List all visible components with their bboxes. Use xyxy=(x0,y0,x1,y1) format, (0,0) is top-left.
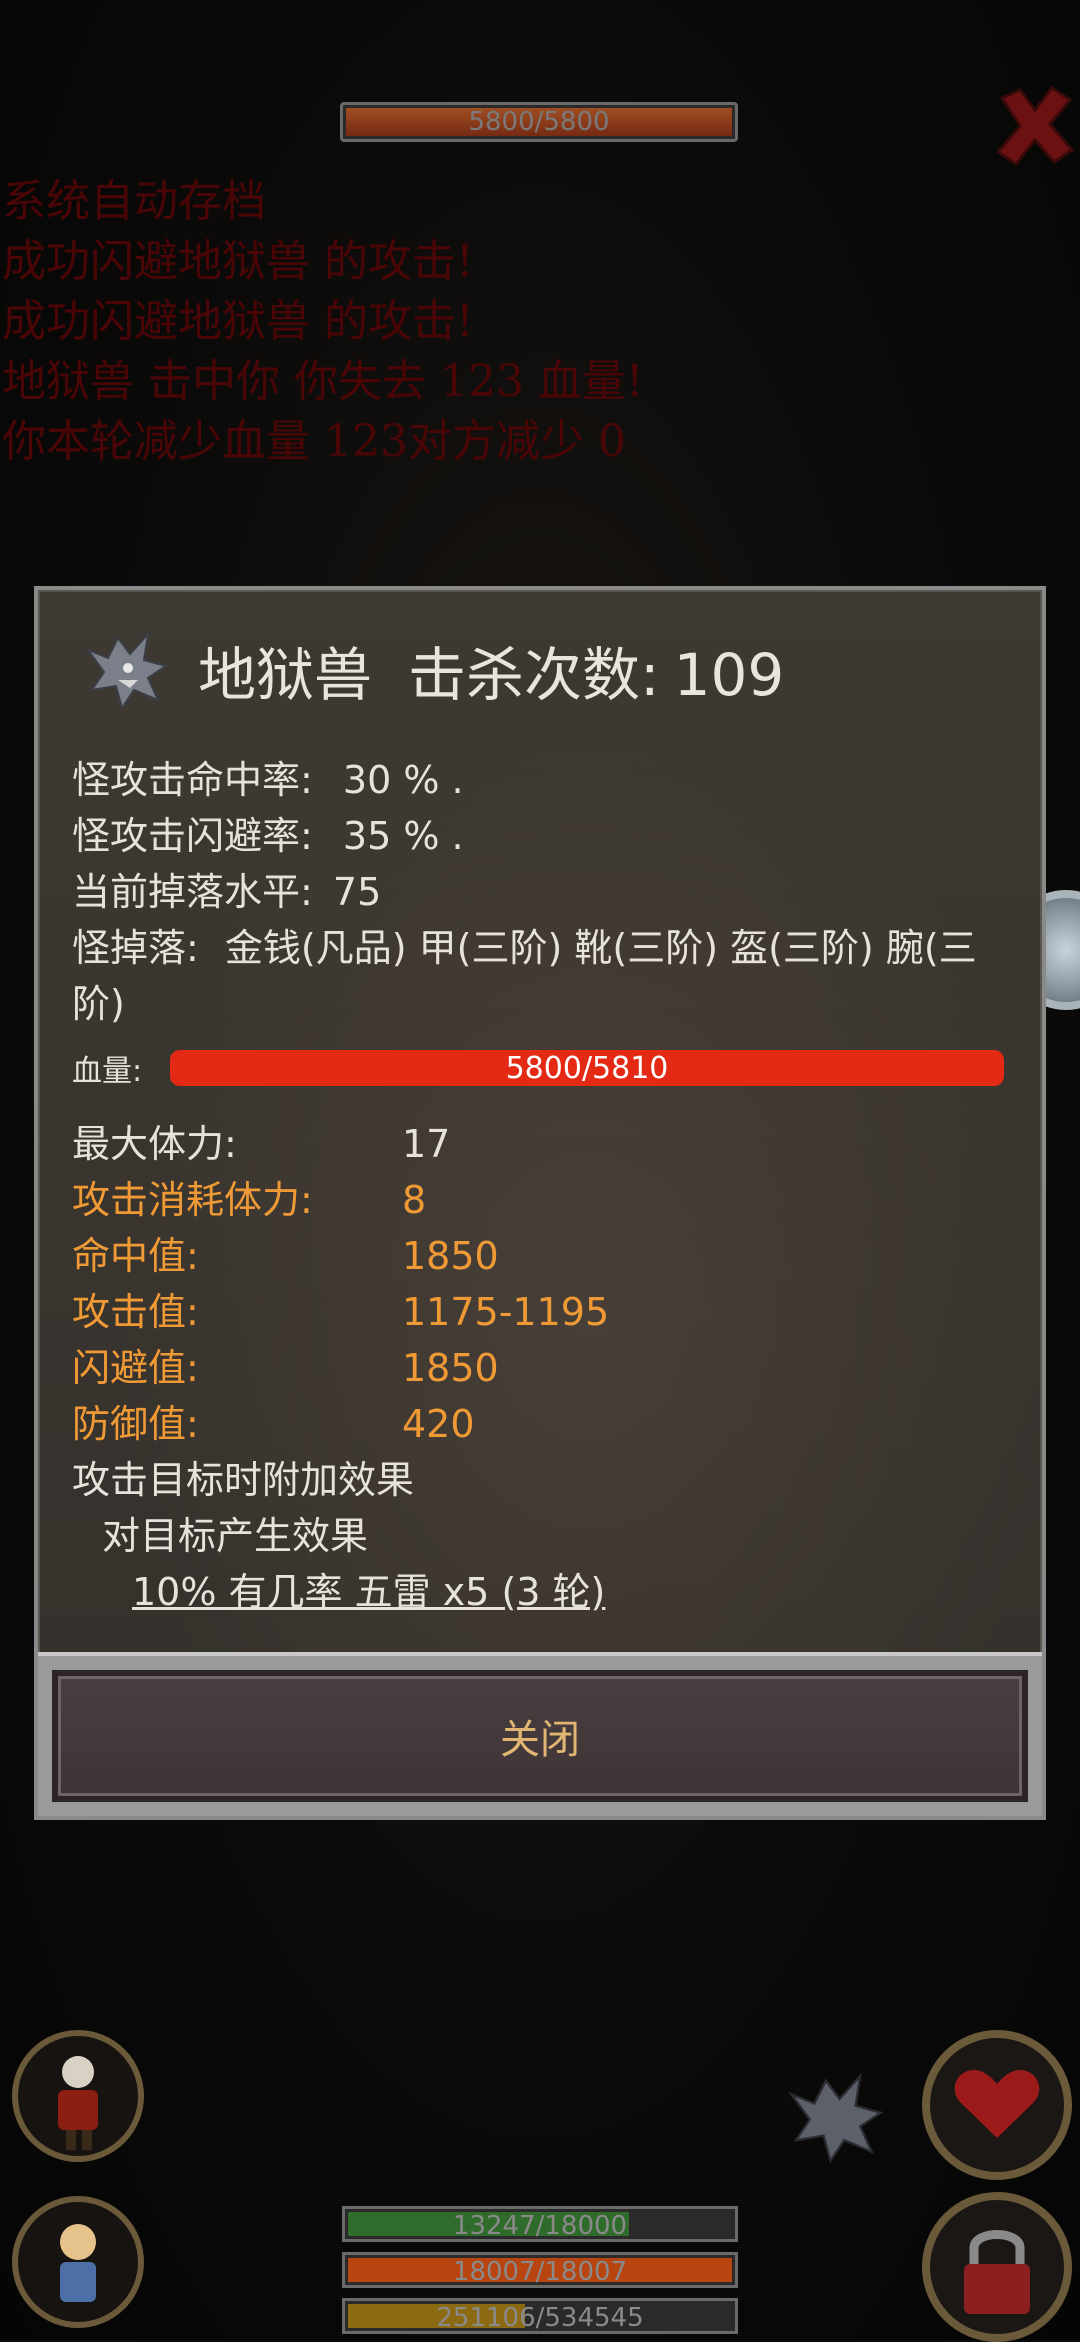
player-exp-text: 251106/534545 xyxy=(436,2303,644,2333)
effect-detail-link[interactable]: 10% 有几率 五雷 x5 (3 轮) xyxy=(72,1564,1022,1620)
monster-stats: 怪攻击命中率: 30 % . 怪攻击闪避率: 35 % . 当前掉落水平: 75… xyxy=(72,752,1022,1620)
drop-level-label: 当前掉落水平: xyxy=(72,870,313,914)
stat-row: 攻击消耗体力: 8 xyxy=(72,1172,1022,1228)
close-button[interactable]: 关闭 xyxy=(52,1670,1028,1802)
effect-sub: 对目标产生效果 xyxy=(102,1514,369,1558)
dialog-title: 地狱兽 击杀次数: 109 xyxy=(198,628,820,712)
hp-row: 血量: 5800/5810 xyxy=(72,1032,1022,1089)
drops-row: 怪掉落: 金钱(凡品) 甲(三阶) 靴(三阶) 盔(三阶) 腕(三阶) xyxy=(72,920,1012,1032)
hp-bar: 5800/5810 xyxy=(170,1050,1004,1086)
lock-icon[interactable] xyxy=(922,2192,1072,2342)
enemy-avatar[interactable] xyxy=(12,2030,144,2162)
effect-header: 攻击目标时附加效果 xyxy=(72,1458,415,1502)
log-line: 成功闪避地狱兽 的攻击! xyxy=(2,236,474,287)
log-line: 地狱兽 击中你 你失去 123 血量! xyxy=(2,356,644,407)
hit-rate-label: 怪攻击命中率: xyxy=(72,758,313,802)
drop-level-value: 75 xyxy=(332,870,382,914)
log-line: 成功闪避地狱兽 的攻击! xyxy=(2,296,474,347)
stat-label: 攻击消耗体力: xyxy=(72,1178,313,1222)
log-line: 系统自动存档 xyxy=(2,176,266,227)
stat-value: 17 xyxy=(402,1122,451,1166)
monster-info-dialog: 地狱兽 击杀次数: 109 怪攻击命中率: 30 % . 怪攻击闪避率: 35 % … xyxy=(34,586,1046,1820)
enemy-hp-bar: 5800/5800 xyxy=(340,102,738,142)
kills-label: 击杀次数: xyxy=(408,641,660,709)
stat-row: 闪避值: 1850 xyxy=(72,1340,1022,1396)
stat-value: 1850 xyxy=(402,1346,499,1390)
player-exp-bar: 251106/534545 xyxy=(342,2298,738,2334)
drops-label: 怪掉落: xyxy=(72,926,199,970)
drops-items: 金钱(凡品) 甲(三阶) 靴(三阶) 盔(三阶) 腕(三阶) xyxy=(72,926,977,1026)
monster-name: 地狱兽 xyxy=(198,641,373,709)
stat-row: 攻击值: 1175-1195 xyxy=(72,1284,1022,1340)
dialog-footer: 关闭 xyxy=(38,1652,1042,1816)
hit-rate-value: 30 % . xyxy=(342,758,464,802)
dodge-rate-value: 35 % . xyxy=(342,814,464,858)
stat-label: 闪避值: xyxy=(72,1346,199,1390)
stat-row: 最大体力: 17 xyxy=(72,1116,1022,1172)
stat-value: 1850 xyxy=(402,1234,499,1278)
hp-value: 5800/5810 xyxy=(505,1051,669,1086)
stat-label: 攻击值: xyxy=(72,1290,199,1334)
dodge-rate-label: 怪攻击闪避率: xyxy=(72,814,313,858)
close-icon[interactable] xyxy=(990,80,1080,170)
monster-portrait-icon xyxy=(78,620,174,716)
hit-rate-row: 怪攻击命中率: 30 % . xyxy=(72,752,1022,808)
dodge-rate-row: 怪攻击闪避率: 35 % . xyxy=(72,808,1022,864)
stat-label: 最大体力: xyxy=(72,1122,237,1166)
battle-log: 系统自动存档 成功闪避地狱兽 的攻击! 成功闪避地狱兽 的攻击! 地狱兽 击中你… xyxy=(2,172,1002,472)
log-line: 你本轮减少血量 123对方减少 0 xyxy=(2,416,626,467)
player-avatar[interactable] xyxy=(12,2196,144,2328)
enemy-hp-text: 5800/5800 xyxy=(468,107,610,137)
heal-button[interactable] xyxy=(922,2030,1072,2180)
stat-label: 防御值: xyxy=(72,1402,199,1446)
hp-label: 血量: xyxy=(72,1054,143,1089)
stat-row: 防御值: 420 xyxy=(72,1396,1022,1452)
player-hp-text: 13247/18000 xyxy=(452,2211,628,2241)
kills-value: 109 xyxy=(673,641,785,709)
stat-label: 命中值: xyxy=(72,1234,199,1278)
player-mp-bar: 18007/18007 xyxy=(342,2252,738,2288)
drop-level-row: 当前掉落水平: 75 xyxy=(72,864,1022,920)
stat-value: 1175-1195 xyxy=(402,1290,610,1334)
player-mp-text: 18007/18007 xyxy=(452,2257,628,2287)
stat-value: 420 xyxy=(402,1402,475,1446)
player-hp-bar: 13247/18000 xyxy=(342,2206,738,2242)
stat-row: 命中值: 1850 xyxy=(72,1228,1022,1284)
stat-value: 8 xyxy=(402,1178,427,1222)
monster-sprite-icon xyxy=(780,2060,890,2170)
